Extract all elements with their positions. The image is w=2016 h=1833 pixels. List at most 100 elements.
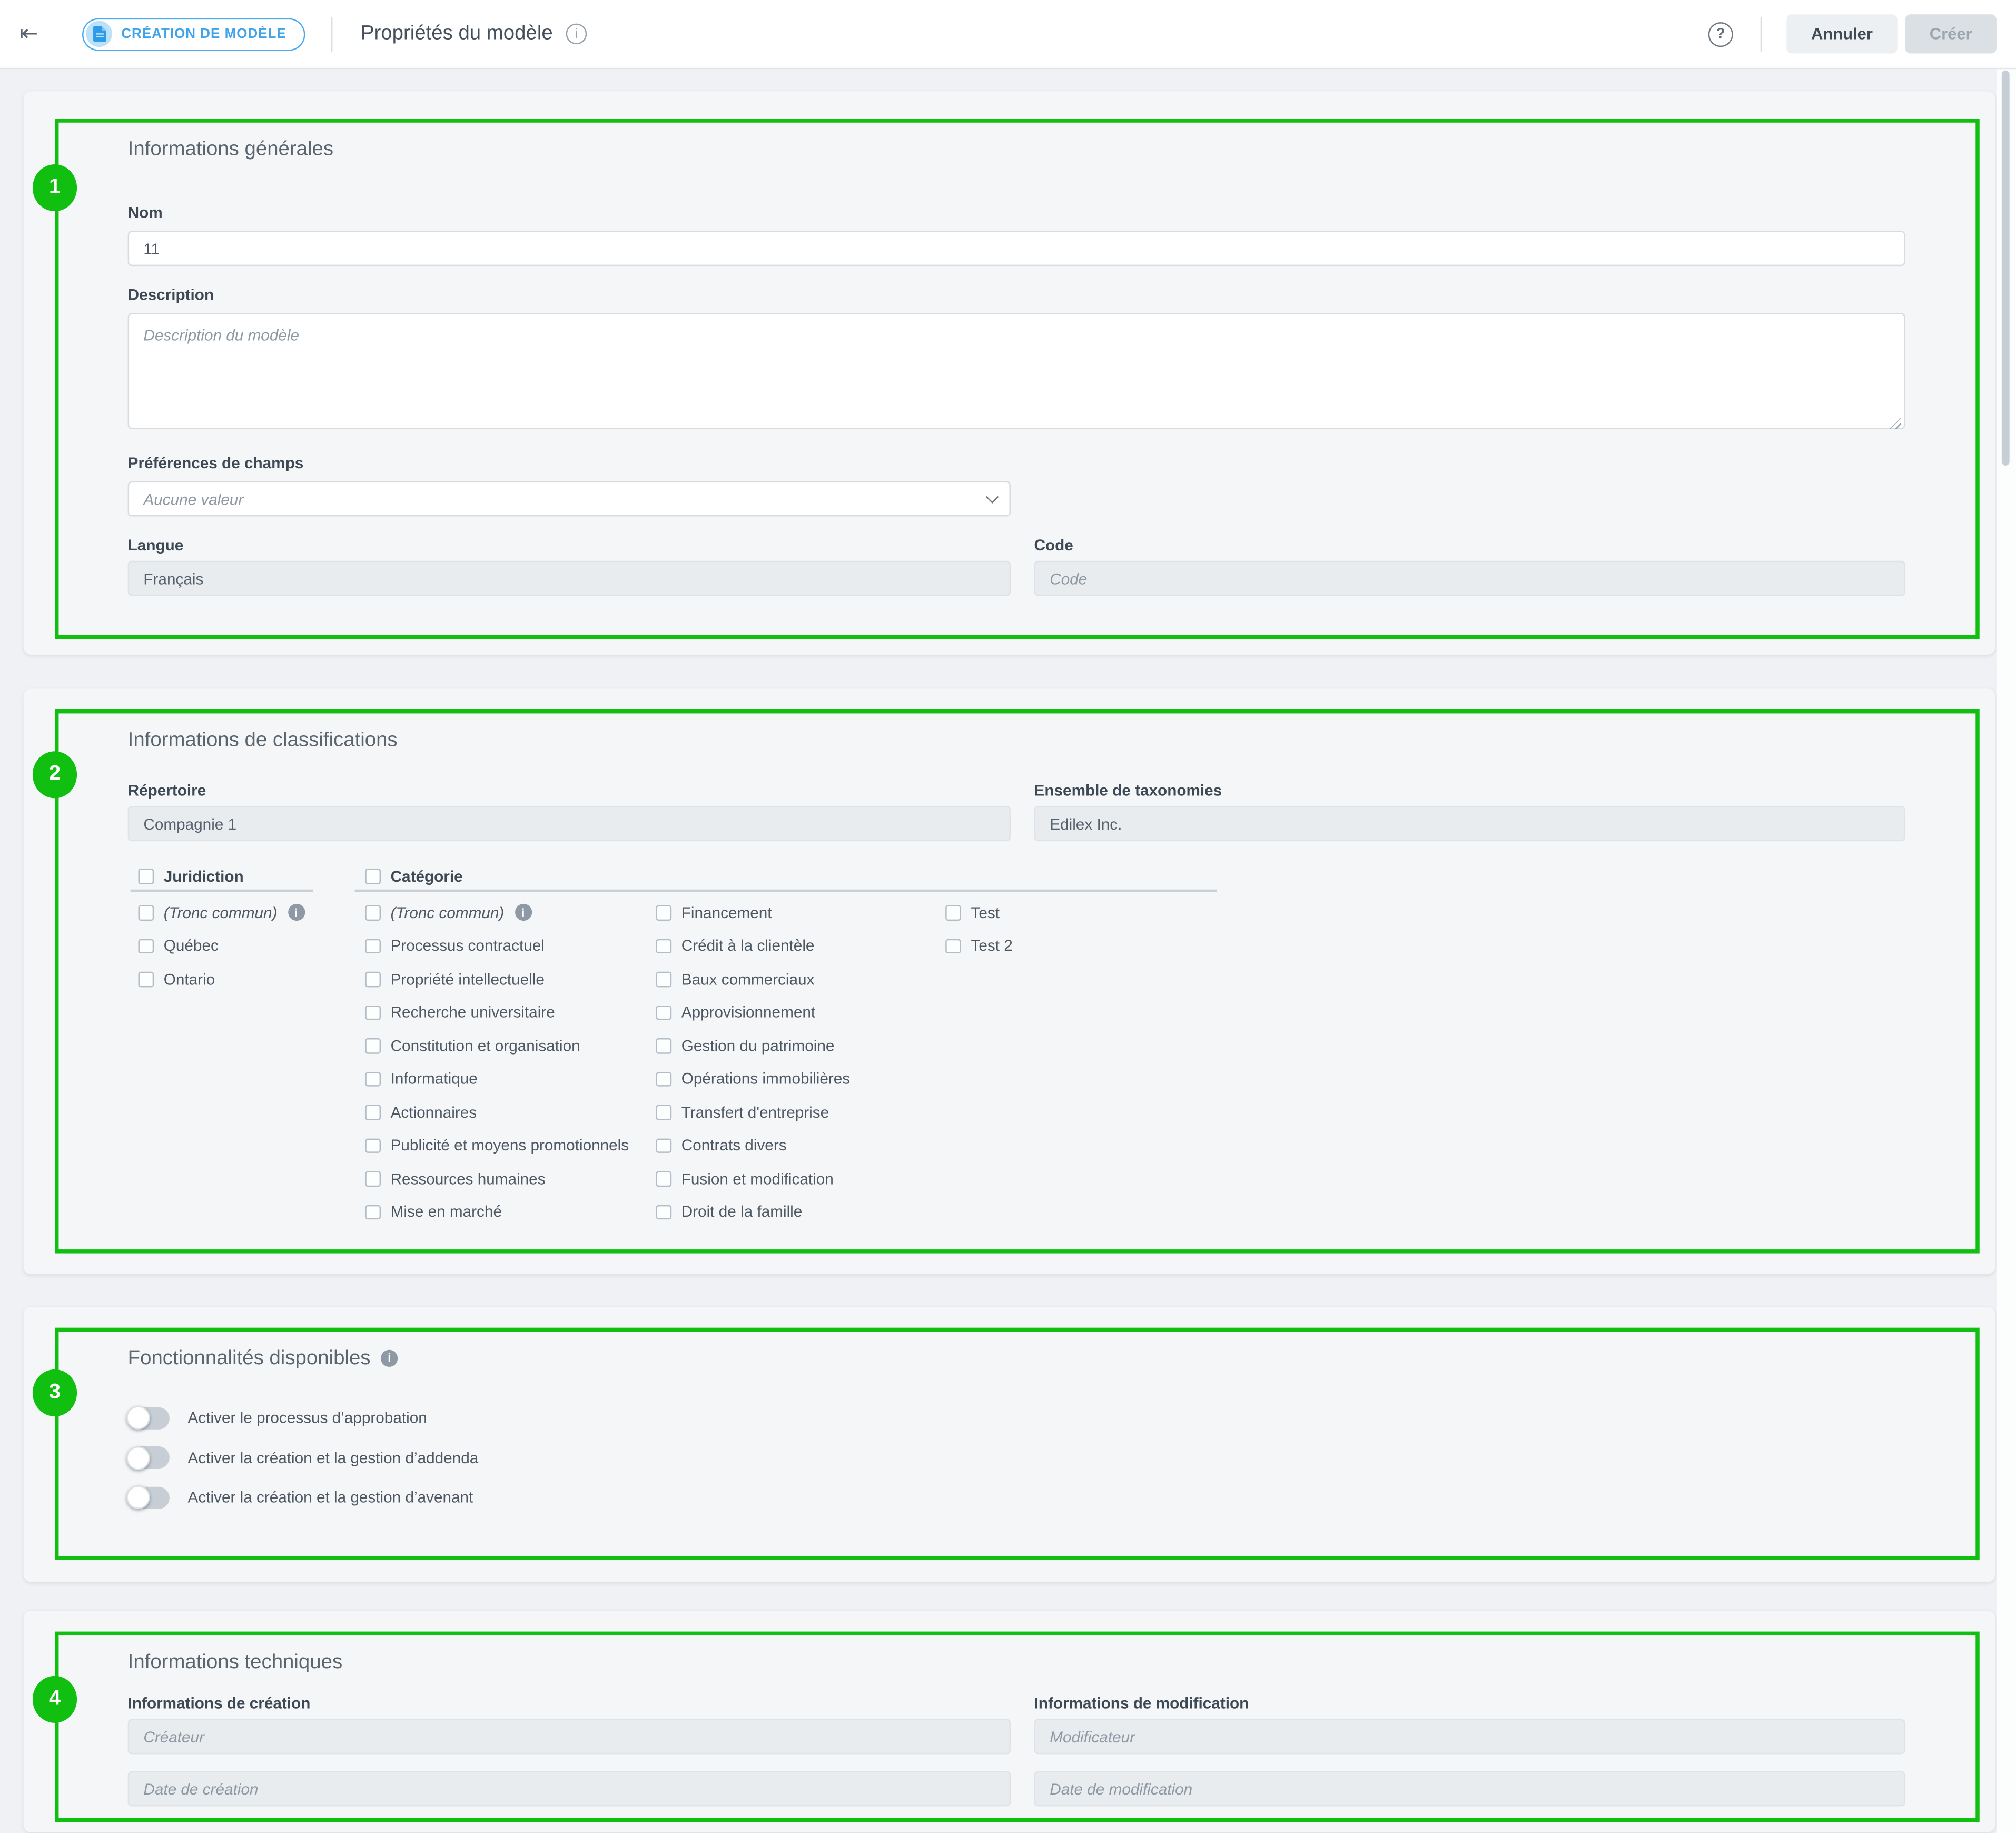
checkbox-item[interactable]: Droit de la famille (656, 1195, 850, 1228)
header-divider (331, 16, 332, 52)
info-icon[interactable] (515, 904, 531, 921)
section-outline-technical: 4 Informations techniques Informations d… (55, 1632, 1980, 1822)
create-button[interactable]: Créer (1905, 14, 1997, 53)
checkbox-icon (365, 869, 380, 884)
checkbox-item-ontario[interactable]: Ontario (138, 962, 304, 996)
header-divider-right (1761, 16, 1762, 52)
preferences-label: Préférences de champs (128, 455, 1905, 472)
toggle-label: Activer la création et la gestion d’aven… (188, 1489, 473, 1507)
createur-field (128, 1719, 1011, 1754)
checkbox-item[interactable]: Publicité et moyens promotionnels (365, 1129, 629, 1162)
description-textarea[interactable] (128, 313, 1905, 429)
help-icon[interactable] (1708, 22, 1733, 46)
classification-checkbox-grid: Juridiction (Tronc commun) (128, 862, 1905, 1231)
nom-input[interactable] (128, 231, 1905, 266)
checkbox-item[interactable]: Ressources humaines (365, 1162, 629, 1195)
section-outline-general: 1 Informations générales Nom Description… (55, 119, 1980, 639)
date-creation-field (128, 1771, 1011, 1807)
chevron-down-icon (986, 490, 999, 504)
toggle-row-avenant: Activer la création et la gestion d’aven… (128, 1477, 1905, 1517)
checkbox-item[interactable]: Propriété intellectuelle (365, 962, 629, 996)
categorie-column-2: Financement Crédit à la clientèle Baux c… (656, 862, 850, 1229)
checkbox-icon (365, 1205, 380, 1219)
checkbox-item[interactable]: Processus contractuel (365, 929, 629, 962)
scrollbar-track[interactable] (1997, 69, 2016, 1833)
checkbox-item[interactable]: Transfert d'entreprise (656, 1096, 850, 1129)
toggle-label: Activer la création et la gestion d’adde… (188, 1448, 479, 1467)
checkbox-item[interactable]: Baux commerciaux (656, 962, 850, 996)
page-title: Propriétés du modèle (361, 22, 553, 46)
toggle-label: Activer le processus d’approbation (188, 1409, 427, 1427)
toggle-switch[interactable] (128, 1486, 170, 1509)
module-badge: CRÉATION DE MODÈLE (82, 17, 304, 50)
checkbox-icon (656, 1105, 670, 1119)
checkbox-item[interactable]: Crédit à la clientèle (656, 929, 850, 962)
checkbox-item[interactable]: Informatique (365, 1062, 629, 1096)
checkbox-item[interactable]: Financement (656, 896, 850, 929)
nom-label: Nom (128, 205, 1905, 222)
juridiction-header-checkbox[interactable]: Juridiction (138, 862, 304, 891)
checkbox-icon (656, 1071, 670, 1086)
checkbox-icon (365, 939, 380, 953)
document-icon (86, 21, 112, 47)
title-info-icon[interactable] (566, 24, 587, 45)
preferences-select[interactable]: Aucune valeur (128, 481, 1011, 517)
modificateur-field (1034, 1719, 1905, 1754)
checkbox-icon (945, 905, 960, 920)
checkbox-item-test[interactable]: Test (945, 896, 1013, 929)
checkbox-item[interactable]: Constitution et organisation (365, 1029, 629, 1062)
scrollbar-thumb[interactable] (2002, 71, 2010, 466)
creation-info-label: Informations de création (128, 1696, 1011, 1712)
checkbox-item-tronc-commun-juridiction[interactable]: (Tronc commun) (138, 896, 304, 929)
checkbox-item[interactable]: Contrats divers (656, 1129, 850, 1162)
juridiction-column: Juridiction (Tronc commun) (138, 862, 304, 996)
module-badge-label: CRÉATION DE MODÈLE (121, 26, 286, 42)
step-number-badge: 1 (33, 164, 77, 211)
taxonomies-field (1034, 806, 1905, 841)
toggle-switch[interactable] (128, 1447, 170, 1469)
section-title: Informations techniques (128, 1651, 1905, 1673)
checkbox-icon (138, 905, 153, 920)
modification-info-label: Informations de modification (1034, 1696, 1905, 1712)
preferences-placeholder: Aucune valeur (143, 490, 986, 508)
step-number-badge: 4 (33, 1676, 77, 1723)
checkbox-item-tronc-commun-categorie[interactable]: (Tronc commun) (365, 896, 629, 929)
checkbox-icon (365, 1038, 380, 1053)
section-outline-features: 3 Fonctionnalités disponibles Activer le… (55, 1328, 1980, 1560)
toggle-row-approbation: Activer le processus d’approbation (128, 1398, 1905, 1438)
langue-field (128, 561, 1011, 596)
checkbox-icon (656, 1138, 670, 1152)
main-content: 1 Informations générales Nom Description… (0, 69, 1997, 1833)
feature-toggle-list: Activer le processus d’approbation Activ… (128, 1398, 1905, 1517)
categorie-column-1: Catégorie (Tronc commun) Processus contr… (365, 862, 629, 1229)
checkbox-item[interactable]: Approvisionnement (656, 996, 850, 1029)
section-title: Informations de classifications (128, 729, 1905, 751)
checkbox-icon (656, 939, 670, 953)
checkbox-item[interactable]: Gestion du patrimoine (656, 1029, 850, 1062)
checkbox-item[interactable]: Fusion et modification (656, 1162, 850, 1195)
section-card-classifications: 2 Informations de classifications Répert… (24, 688, 1995, 1274)
checkbox-item-test-2[interactable]: Test 2 (945, 929, 1013, 962)
step-number-badge: 3 (33, 1369, 77, 1416)
cancel-button[interactable]: Annuler (1786, 14, 1897, 53)
checkbox-item-quebec[interactable]: Québec (138, 929, 304, 962)
section-card-technical: 4 Informations techniques Informations d… (24, 1611, 1995, 1832)
collapse-sidebar-icon[interactable] (19, 21, 48, 47)
checkbox-icon (138, 939, 153, 953)
checkbox-item[interactable]: Opérations immobilières (656, 1062, 850, 1096)
checkbox-item[interactable]: Actionnaires (365, 1096, 629, 1129)
categorie-header-checkbox[interactable]: Catégorie (365, 862, 629, 891)
checkbox-icon (656, 905, 670, 920)
info-icon[interactable] (288, 904, 304, 921)
taxonomies-label: Ensemble de taxonomies (1034, 783, 1905, 800)
checkbox-item[interactable]: Recherche universitaire (365, 996, 629, 1029)
toggle-switch[interactable] (128, 1407, 170, 1429)
categorie-column-3: Test Test 2 (945, 862, 1013, 963)
section-outline-classifications: 2 Informations de classifications Répert… (55, 709, 1980, 1254)
date-modification-field (1034, 1771, 1905, 1807)
checkbox-icon (945, 939, 960, 953)
section-title-text: Fonctionnalités disponibles (128, 1347, 371, 1369)
checkbox-item[interactable]: Mise en marché (365, 1195, 629, 1228)
section-card-features: 3 Fonctionnalités disponibles Activer le… (24, 1307, 1995, 1582)
info-icon[interactable] (381, 1350, 398, 1367)
